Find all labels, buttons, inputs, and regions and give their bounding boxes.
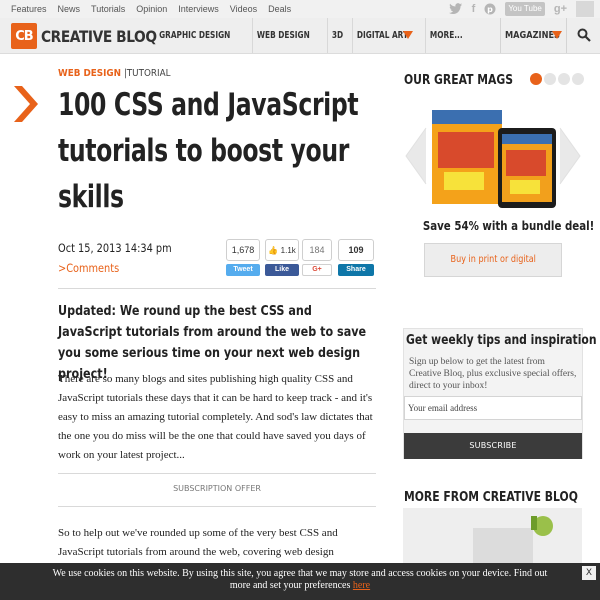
gplus-label: G+ bbox=[312, 266, 322, 273]
social-links: f p You Tube g+ bbox=[448, 1, 594, 17]
article-date: Oct 15, 2013 14:34 pm bbox=[58, 241, 172, 255]
more-article-image[interactable] bbox=[403, 508, 582, 568]
account-icon[interactable] bbox=[576, 1, 594, 17]
offer-divider-top bbox=[58, 473, 376, 474]
subscribe-button[interactable]: SUBSCRIBE bbox=[404, 433, 582, 459]
article-title: 100 CSS and JavaScript tutorials to boos… bbox=[58, 87, 359, 215]
tips-heading: Get weekly tips and inspiration bbox=[406, 332, 597, 348]
tweet-label: Tweet bbox=[233, 266, 253, 273]
like-count: 👍 1.1k bbox=[265, 239, 299, 261]
like-button[interactable]: Like bbox=[265, 264, 299, 276]
carousel-dot-1[interactable] bbox=[530, 73, 542, 85]
carousel-dots bbox=[530, 73, 584, 85]
article-category: WEB DESIGN |TUTORIAL bbox=[58, 68, 171, 79]
search-button[interactable] bbox=[566, 18, 600, 53]
tweet-count: 1,678 bbox=[226, 239, 260, 261]
more-dropdown-arrow-icon[interactable] bbox=[403, 31, 413, 39]
linkedin-widget: 109 Share bbox=[338, 239, 374, 276]
carousel-dot-2[interactable] bbox=[544, 73, 556, 85]
email-field[interactable]: Your email address bbox=[404, 396, 582, 420]
article-paragraph-2: So to help out we've rounded up some of … bbox=[58, 527, 338, 558]
logo-text: CREATIVE BLOQ bbox=[41, 26, 157, 46]
logo-mark: CB bbox=[11, 23, 37, 49]
category-tutorial[interactable]: TUTORIAL bbox=[127, 68, 171, 79]
svg-text:p: p bbox=[487, 5, 493, 14]
more-heading: MORE FROM CREATIVE BLOQ bbox=[404, 489, 578, 505]
nav-items: GRAPHIC DESIGN WEB DESIGN 3D DIGITAL ART… bbox=[155, 18, 476, 53]
cookie-message: We use cookies on this website. By using… bbox=[52, 568, 548, 591]
magazine-covers-image[interactable] bbox=[404, 98, 582, 212]
bundle-deal-text: Save 54% with a bundle deal! bbox=[422, 218, 595, 233]
utility-link-news[interactable]: News bbox=[58, 4, 81, 14]
gplus-widget: 184 G+ bbox=[302, 239, 332, 276]
comments-prefix: > bbox=[58, 261, 67, 275]
gplus-count: 184 bbox=[302, 239, 332, 261]
linkedin-button[interactable]: Share bbox=[338, 264, 374, 276]
subscription-offer-label[interactable]: SUBSCRIPTION OFFER bbox=[58, 484, 376, 493]
linkedin-label: Share bbox=[346, 266, 366, 273]
gplus-button[interactable]: G+ bbox=[302, 264, 332, 276]
utility-links: Features News Tutorials Opinion Intervie… bbox=[11, 4, 291, 14]
carousel-dot-3[interactable] bbox=[558, 73, 570, 85]
thumbs-up-icon: 👍 bbox=[268, 246, 279, 255]
utility-link-videos[interactable]: Videos bbox=[230, 4, 257, 14]
search-icon bbox=[577, 28, 591, 42]
google-plus-icon[interactable]: g+ bbox=[554, 1, 567, 17]
utility-link-tutorials[interactable]: Tutorials bbox=[91, 4, 125, 14]
utility-link-interviews[interactable]: Interviews bbox=[178, 4, 219, 14]
linkedin-count: 109 bbox=[338, 239, 374, 261]
cookie-preferences-link[interactable]: here bbox=[353, 580, 370, 591]
nav-item-3d[interactable]: 3D bbox=[327, 18, 347, 53]
pinterest-icon[interactable]: p bbox=[484, 3, 496, 15]
nav-item-web-design[interactable]: WEB DESIGN bbox=[251, 18, 314, 53]
comments-label: Comments bbox=[66, 261, 120, 275]
tweet-widget: 1,678 Tweet bbox=[226, 239, 260, 276]
carousel-dot-4[interactable] bbox=[572, 73, 584, 85]
meta-divider bbox=[58, 288, 376, 289]
logo[interactable]: CB CREATIVE BLOQ bbox=[11, 23, 175, 49]
category-web-design[interactable]: WEB DESIGN bbox=[58, 68, 121, 79]
main-nav: CB CREATIVE BLOQ GRAPHIC DESIGN WEB DESI… bbox=[0, 18, 600, 54]
buy-label: Buy in print or digital bbox=[450, 254, 536, 265]
utility-link-deals[interactable]: Deals bbox=[268, 4, 291, 14]
article-chevron-icon bbox=[14, 86, 38, 122]
article-paragraph-1: There are so many blogs and sites publis… bbox=[58, 373, 373, 461]
cookie-close-button[interactable]: X bbox=[582, 566, 596, 580]
tweet-button[interactable]: Tweet bbox=[226, 264, 260, 276]
utility-link-opinion[interactable]: Opinion bbox=[136, 4, 167, 14]
buy-print-digital-button[interactable]: Buy in print or digital bbox=[424, 243, 562, 277]
magazines-dropdown-arrow-icon[interactable] bbox=[552, 31, 562, 39]
like-label: Like bbox=[274, 266, 289, 273]
newsletter-description: Sign up below to get the latest from Cre… bbox=[409, 357, 577, 391]
youtube-icon[interactable]: You Tube bbox=[505, 2, 545, 16]
facebook-icon[interactable]: f bbox=[472, 1, 476, 17]
like-widget: 👍 1.1k Like bbox=[265, 239, 299, 276]
utility-link-features[interactable]: Features bbox=[11, 4, 47, 14]
cookie-bar: We use cookies on this website. By using… bbox=[0, 563, 600, 600]
offer-divider-bottom bbox=[58, 506, 376, 507]
nav-item-more[interactable]: MORE... bbox=[425, 18, 467, 53]
twitter-icon[interactable] bbox=[448, 3, 463, 15]
utility-bar: Features News Tutorials Opinion Intervie… bbox=[0, 0, 600, 18]
mags-heading: OUR GREAT MAGS bbox=[404, 72, 513, 88]
nav-item-graphic-design[interactable]: GRAPHIC DESIGN bbox=[155, 18, 234, 53]
comments-link[interactable]: >Comments bbox=[58, 261, 119, 275]
